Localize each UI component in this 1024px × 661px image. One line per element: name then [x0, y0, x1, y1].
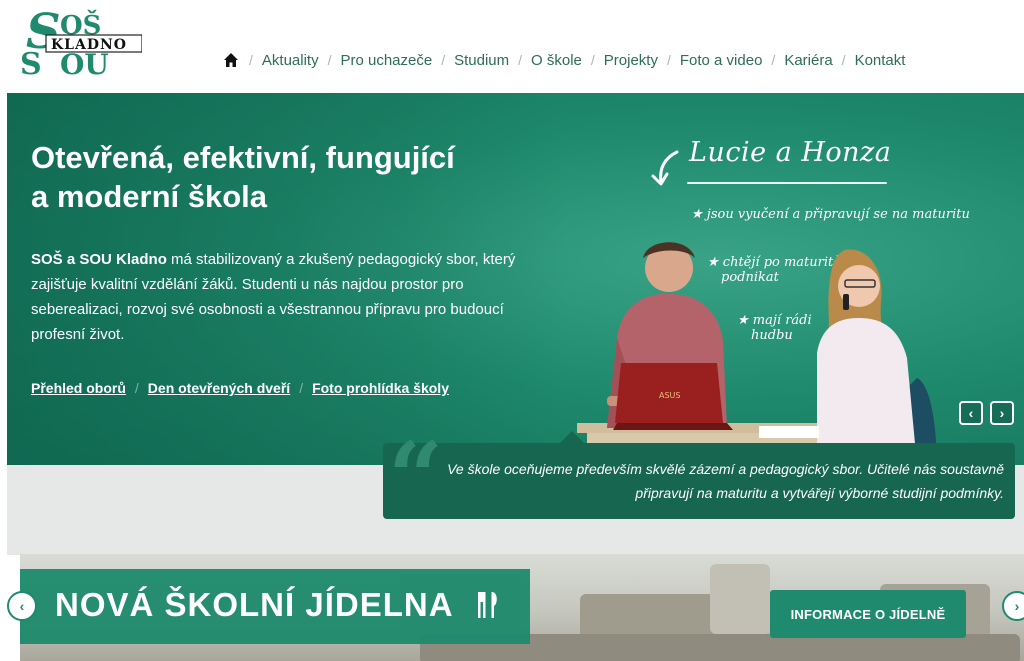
- link-prehled-oboru[interactable]: Přehled oborů: [31, 380, 126, 396]
- canteen-info-button[interactable]: INFORMACE O JÍDELNĚ: [770, 590, 966, 638]
- canteen-prev-button[interactable]: ‹: [7, 591, 37, 621]
- site-header: S OŠ KLADNO S OU / Aktuality / Pro uchaz…: [0, 0, 1024, 93]
- hero-description: SOŠ a SOU Kladno má stabilizovaný a zkuš…: [31, 247, 551, 347]
- chalk-underline: [687, 182, 887, 184]
- testimonial-text: Ve škole oceňujeme především skvělé záze…: [447, 461, 1004, 501]
- nav-separator: /: [590, 52, 595, 68]
- hero-next-button[interactable]: ›: [990, 401, 1014, 425]
- link-foto-prohlidka[interactable]: Foto prohlídka školy: [312, 380, 449, 396]
- home-icon[interactable]: [222, 51, 240, 69]
- chalk-item: ★ jsou vyučení a připravují se na maturi…: [691, 207, 970, 222]
- nav-item-o-skole[interactable]: O škole: [531, 52, 582, 69]
- chalk-arrow-icon: [651, 150, 679, 186]
- hero-prev-button[interactable]: ‹: [959, 401, 983, 425]
- nav-item-studium[interactable]: Studium: [454, 52, 509, 69]
- hero-title-line2: a moderní škola: [31, 179, 268, 214]
- link-separator: /: [299, 380, 304, 396]
- nav-separator: /: [327, 52, 332, 68]
- chalk-title: Lucie a Honza: [689, 137, 892, 168]
- quote-pointer: [560, 431, 584, 443]
- nav-item-projekty[interactable]: Projekty: [604, 52, 658, 69]
- nav-separator: /: [518, 52, 523, 68]
- laptop-brand: ASUS: [659, 391, 680, 400]
- nav-item-pro-uchazece[interactable]: Pro uchazeče: [340, 52, 432, 69]
- canteen-next-button[interactable]: ›: [1002, 591, 1024, 621]
- nav-separator: /: [666, 52, 671, 68]
- nav-item-kariera[interactable]: Kariéra: [784, 52, 832, 69]
- main-navigation: / Aktuality / Pro uchazeče / Studium / O…: [222, 48, 905, 72]
- nav-item-aktuality[interactable]: Aktuality: [262, 52, 319, 69]
- hero-school-name: SOŠ a SOU Kladno: [31, 251, 167, 268]
- hero-links: Přehled oborů / Den otevřených dveří / F…: [31, 380, 449, 396]
- nav-separator: /: [771, 52, 776, 68]
- hero-title-line1: Otevřená, efektivní, fungující: [31, 140, 455, 175]
- chalk-item-text: jsou vyučení a připravují se na maturitu: [706, 207, 970, 222]
- svg-text:S: S: [20, 47, 42, 76]
- school-logo[interactable]: S OŠ KLADNO S OU: [20, 8, 142, 76]
- nav-separator: /: [441, 52, 446, 68]
- nav-item-kontakt[interactable]: Kontakt: [855, 52, 906, 69]
- link-separator: /: [134, 380, 139, 396]
- nav-item-foto-a-video[interactable]: Foto a video: [680, 52, 763, 69]
- cutlery-icon: [478, 592, 497, 618]
- canteen-title: NOVÁ ŠKOLNÍ JÍDELNA: [55, 586, 454, 623]
- link-den-otevrenych-dveri[interactable]: Den otevřených dveří: [148, 380, 290, 396]
- nav-separator: /: [841, 52, 846, 68]
- hero-slider: Otevřená, efektivní, fungující a moderní…: [7, 93, 1024, 465]
- students-photo: ASUS: [577, 242, 937, 465]
- nav-separator: /: [249, 52, 253, 68]
- svg-text:OU: OU: [60, 48, 109, 76]
- hero-title: Otevřená, efektivní, fungující a moderní…: [31, 138, 551, 216]
